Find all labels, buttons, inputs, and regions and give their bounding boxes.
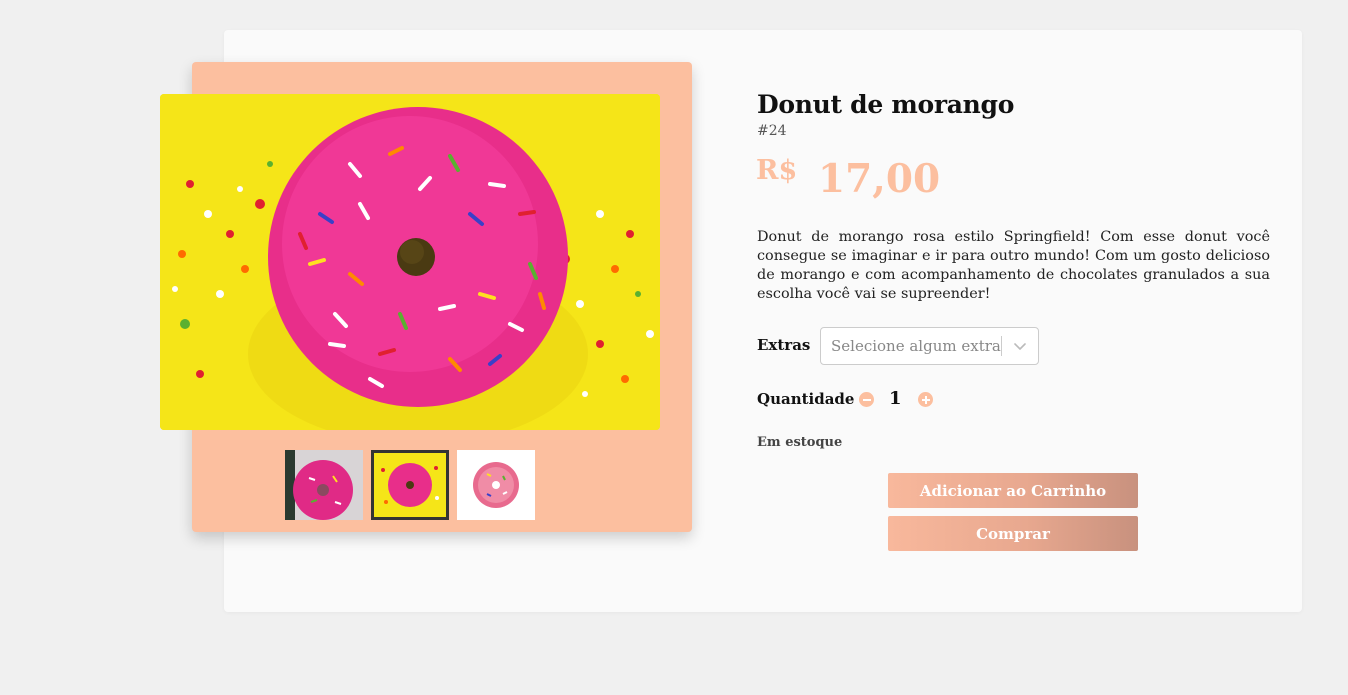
select-separator xyxy=(1001,336,1002,356)
price-currency: R$ xyxy=(756,155,798,186)
price-value: 17,00 xyxy=(818,156,941,202)
stock-status: Em estoque xyxy=(757,435,843,450)
buy-button[interactable]: Comprar xyxy=(888,516,1138,551)
extras-label: Extras xyxy=(757,336,811,354)
thumbnail-strip xyxy=(285,450,535,520)
thumbnail-3[interactable] xyxy=(457,450,535,520)
thumbnail-1[interactable] xyxy=(285,450,363,520)
product-sku: #24 xyxy=(757,123,787,139)
extras-select[interactable]: Selecione algum extra xyxy=(820,327,1039,365)
plus-icon-v xyxy=(924,395,927,404)
quantity-label: Quantidade xyxy=(757,390,855,408)
extras-select-placeholder: Selecione algum extra xyxy=(831,337,1001,355)
quantity-value: 1 xyxy=(889,388,902,409)
minus-icon xyxy=(862,398,871,401)
product-description: Donut de morango rosa estilo Springfield… xyxy=(757,229,1270,302)
product-title: Donut de morango xyxy=(757,90,1015,119)
chevron-down-icon[interactable] xyxy=(1010,336,1030,356)
increment-button[interactable] xyxy=(918,392,933,407)
main-product-image xyxy=(160,94,660,430)
thumbnail-2[interactable] xyxy=(371,450,449,520)
decrement-button[interactable] xyxy=(859,392,874,407)
add-to-cart-button[interactable]: Adicionar ao Carrinho xyxy=(888,473,1138,508)
